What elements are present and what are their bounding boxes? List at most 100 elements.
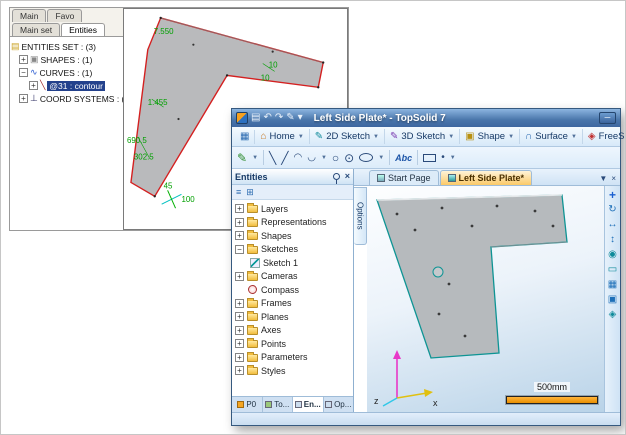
pin-icon[interactable] [333,173,340,180]
chevron-down-icon[interactable]: ▼ [448,134,454,140]
ellipse-tool-icon[interactable] [359,153,373,162]
circle-tool-icon[interactable]: ○ [332,151,339,165]
doc-tab-left-side-plate[interactable]: Left Side Plate* [440,170,533,185]
tree-item-cameras[interactable]: + Cameras [233,270,352,284]
panel-tab-p0[interactable]: P0 [232,397,263,412]
arc3pt-tool-icon[interactable]: ◡ [307,151,316,165]
tree-item-sketch1[interactable]: Sketch 1 [233,256,352,270]
pencil-tool-icon[interactable]: ✎ [237,151,247,165]
ribbon-tab-2d-sketch[interactable]: ✎ 2D Sketch ▼ [310,129,385,144]
redo-icon[interactable]: ↷ [275,112,283,124]
panel-tab-tools[interactable]: To... [263,397,294,412]
dimension-label[interactable]: 690.5 [127,136,147,145]
shaded-view-icon[interactable]: ◈ [609,310,617,320]
grid-view-icon[interactable]: ▦ [608,280,617,290]
expand-all-icon[interactable]: ⊞ [246,187,254,198]
rotate-view-icon[interactable]: ↻ [608,205,616,215]
tree-item-layers[interactable]: + Layers [233,202,352,216]
tab-main[interactable]: Main [12,9,46,22]
expand-plus-icon[interactable]: + [235,299,244,308]
chevron-down-icon[interactable]: ▼ [298,134,304,140]
panel-tab-entities[interactable]: En... [293,397,324,412]
tree-item-frames[interactable]: + Frames [233,297,352,311]
expand-plus-icon[interactable]: + [29,81,38,90]
dimension-label[interactable]: 45 [164,181,173,190]
tree-item-contour[interactable]: + ╲ @31 : contour [11,79,122,92]
dimension-label[interactable]: 10 [261,73,270,82]
expand-minus-icon[interactable]: − [19,68,28,77]
arc-tool-icon[interactable]: ◠ [293,151,302,165]
tree-view-icon[interactable]: ≡ [236,187,241,198]
ribbon-menu-icon[interactable]: ▦ [235,130,255,144]
text-tool[interactable]: Abc [395,153,412,163]
options-side-tab[interactable]: Options [354,187,367,245]
tree-item-entities-set[interactable]: ▤ ENTITIES SET : (3) [11,40,122,53]
add-view-icon[interactable]: + [609,190,616,200]
line-tool-icon[interactable]: ╲ [269,151,276,165]
expand-plus-icon[interactable]: + [235,312,244,321]
ribbon-tab-freeshape[interactable]: ◈ FreeShape ▼ [583,129,626,144]
iso-cube-icon[interactable]: ▣ [608,295,617,305]
chevron-down-icon[interactable]: ▼ [450,155,456,161]
tree-item-parameters[interactable]: + Parameters [233,351,352,365]
tab-main-set[interactable]: Main set [12,23,60,36]
dimension-label[interactable]: 1.455 [148,98,168,107]
tab-list-icon[interactable]: ▼ [599,174,607,183]
ribbon-tab-shape[interactable]: ▣ Shape ▼ [460,129,520,144]
tree-item-shapes[interactable]: + Shapes [233,229,352,243]
circle-center-tool-icon[interactable]: ⊙ [344,151,354,165]
tree-item-axes[interactable]: + Axes [233,324,352,338]
tree-item-planes[interactable]: + Planes [233,310,352,324]
tree-item-sketches[interactable]: − Sketches [233,243,352,257]
point-tool-icon[interactable]: • [441,151,445,165]
tree-item-curves[interactable]: − ∿ CURVES : (1) [11,66,122,79]
tree-item-styles[interactable]: + Styles [233,364,352,378]
expand-plus-icon[interactable]: + [19,94,28,103]
expand-plus-icon[interactable]: + [235,218,244,227]
tree-item-shapes[interactable]: + ▣ SHAPES : (1) [11,53,122,66]
rectangle-tool-icon[interactable] [423,154,436,162]
expand-plus-icon[interactable]: + [235,326,244,335]
pan-horizontal-icon[interactable]: ↔ [608,220,618,230]
tab-entities[interactable]: Entities [61,23,105,36]
title-bar[interactable]: ▤ ↶ ↷ ✎ ▾ Left Side Plate* - TopSolid 7 … [232,109,620,127]
ribbon-tab-surface[interactable]: ∩ Surface ▼ [520,129,583,144]
undo-icon[interactable]: ↶ [263,112,271,124]
close-icon[interactable]: × [345,172,350,181]
chevron-down-icon[interactable]: ▼ [378,155,384,161]
dimension-label[interactable]: 302.5 [134,153,154,162]
dimension-label[interactable]: 100 [181,195,195,204]
expand-plus-icon[interactable]: + [235,339,244,348]
tab-favorites[interactable]: Favo [47,9,82,22]
minimize-button[interactable]: ─ [599,112,616,124]
chevron-down-icon[interactable]: ▼ [508,134,514,140]
dimension-label[interactable]: 7.550 [154,27,174,36]
chevron-down-icon[interactable]: ▼ [252,155,258,161]
chevron-down-icon[interactable]: ▼ [321,155,327,161]
ribbon-tab-home[interactable]: ⌂ Home ▼ [255,129,309,144]
polyline-tool-icon[interactable]: ╱ [281,151,288,165]
save-icon[interactable]: ▤ [251,112,260,124]
tree-item-coord-systems[interactable]: + ⊥ COORD SYSTEMS : ( [11,92,122,105]
chevron-down-icon[interactable]: ▼ [373,134,379,140]
expand-plus-icon[interactable]: + [235,272,244,281]
quick-menu-icon[interactable]: ▾ [298,112,303,124]
entities-panel-header[interactable]: Entities × [232,169,353,185]
dimension-label[interactable]: 10 [269,60,278,69]
expand-plus-icon[interactable]: + [235,366,244,375]
panel-tab-operations[interactable]: Op... [324,397,354,412]
zoom-view-icon[interactable]: ◉ [608,250,617,260]
canvas-3d[interactable]: z x 500mm [367,186,604,412]
expand-minus-icon[interactable]: − [235,245,244,254]
tree-item-compass[interactable]: Compass [233,283,352,297]
tree-item-representations[interactable]: + Representations [233,216,352,230]
close-document-icon[interactable]: × [611,174,616,183]
tree-item-points[interactable]: + Points [233,337,352,351]
plate-bore-hole[interactable] [433,267,443,277]
pan-vertical-icon[interactable]: ↕ [610,235,615,245]
expand-plus-icon[interactable]: + [235,353,244,362]
fit-view-icon[interactable]: ▭ [608,265,617,275]
edit-icon[interactable]: ✎ [286,112,294,124]
plate-face[interactable] [377,195,567,358]
expand-plus-icon[interactable]: + [19,55,28,64]
